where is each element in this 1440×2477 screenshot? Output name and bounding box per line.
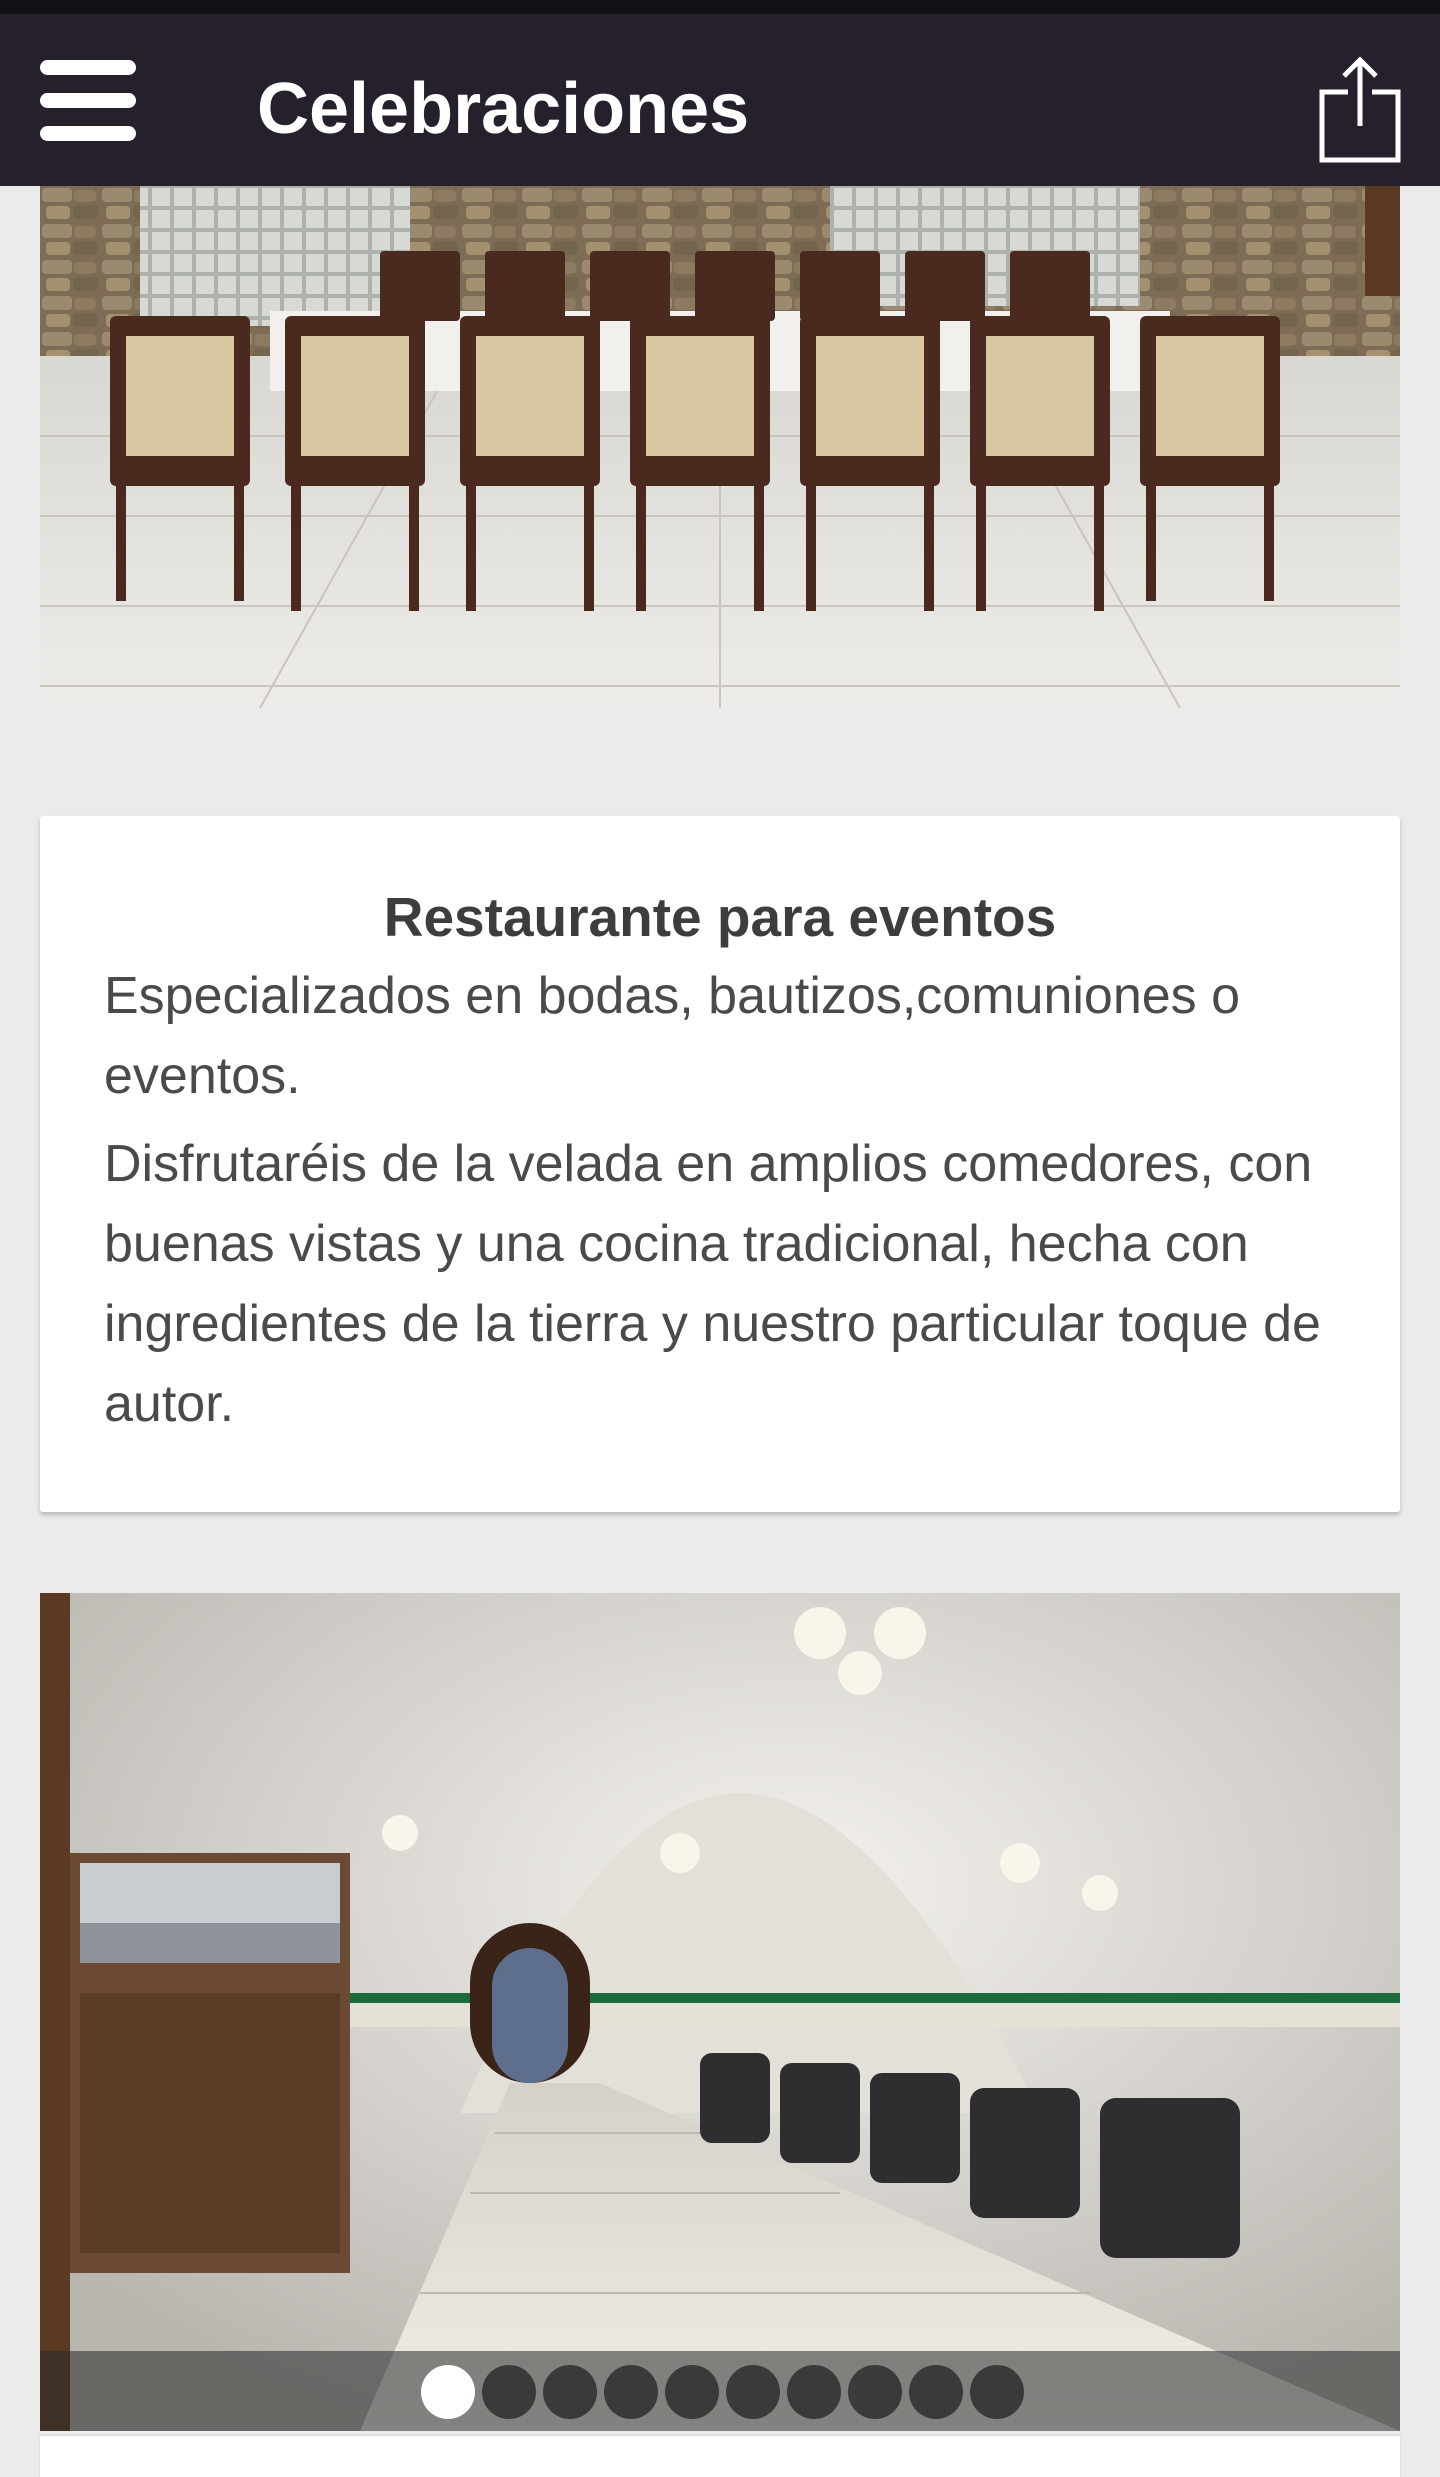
- carousel-dot[interactable]: [726, 2365, 780, 2419]
- carousel-dot[interactable]: [970, 2365, 1024, 2419]
- card-title: Restaurante para eventos: [383, 886, 1057, 948]
- carousel-dot[interactable]: [787, 2365, 841, 2419]
- carousel-dot[interactable]: [909, 2365, 963, 2419]
- share-icon[interactable]: [1318, 56, 1402, 164]
- carousel-dot[interactable]: [665, 2365, 719, 2419]
- dining-corridor-photo: [40, 1593, 1400, 2431]
- card-body: Especializados en bodas, bautizos,comuni…: [104, 956, 1354, 1452]
- banquet-room-photo: [40, 186, 1400, 708]
- carousel-dot[interactable]: [604, 2365, 658, 2419]
- page-title: Celebraciones: [257, 69, 750, 149]
- status-bar: [0, 0, 1440, 14]
- hamburger-menu-icon[interactable]: [40, 60, 136, 141]
- card-paragraph-specialties: Especializados en bodas, bautizos,comuni…: [104, 967, 1241, 1105]
- card-paragraph-description: Disfrutaréis de la velada en amplios com…: [104, 1135, 1321, 1433]
- gallery-carousel[interactable]: [40, 1593, 1400, 2431]
- carousel-dot[interactable]: [421, 2365, 475, 2419]
- next-card-partial: [40, 2436, 1400, 2477]
- app-bar: Celebraciones: [0, 14, 1440, 186]
- carousel-indicator: [40, 2351, 1400, 2431]
- event-restaurant-card: Restaurante para eventos Especializados …: [40, 816, 1400, 1512]
- carousel-dot[interactable]: [482, 2365, 536, 2419]
- carousel-dot[interactable]: [848, 2365, 902, 2419]
- carousel-dot[interactable]: [543, 2365, 597, 2419]
